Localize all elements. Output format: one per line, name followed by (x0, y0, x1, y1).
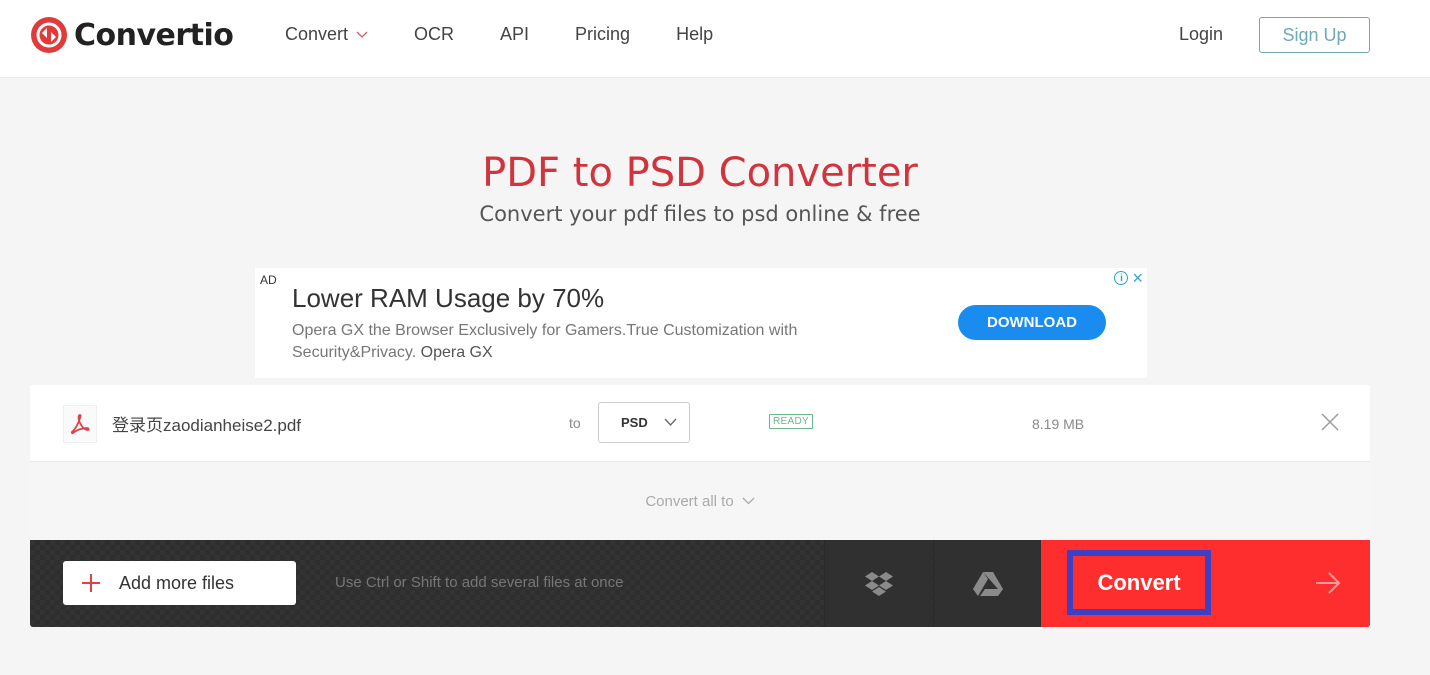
dropbox-button[interactable] (824, 540, 932, 627)
status-badge: READY (769, 414, 813, 429)
nav-convert[interactable]: Convert (285, 24, 368, 45)
pdf-file-icon (63, 405, 97, 443)
logo-text: Convertio (74, 17, 234, 53)
convert-zone[interactable]: Convert (1041, 540, 1370, 627)
nav-pricing-label: Pricing (575, 24, 631, 44)
login-link[interactable]: Login (1179, 24, 1223, 45)
format-value: PSD (621, 415, 648, 430)
signup-button[interactable]: Sign Up (1259, 17, 1370, 53)
logo-icon (31, 17, 67, 53)
nav-ocr-label: OCR (414, 24, 455, 44)
convert-all-label: Convert all to (645, 492, 734, 510)
nav-ocr[interactable]: OCR (414, 24, 454, 45)
ad-banner[interactable]: AD Lower RAM Usage by 70% Opera GX the B… (255, 268, 1147, 378)
remove-file-icon[interactable] (1320, 412, 1340, 432)
nav-api[interactable]: API (500, 24, 529, 45)
ad-label: AD (260, 273, 277, 287)
close-icon[interactable]: × (1132, 269, 1143, 287)
format-select[interactable]: PSD (598, 402, 690, 443)
ad-brand: Opera GX (420, 344, 493, 361)
ad-description-text: Opera GX the Browser Exclusively for Gam… (292, 322, 798, 361)
add-more-files-button[interactable]: Add more files (63, 561, 296, 605)
file-row: 登录页zaodianheise2.pdf to PSD READY 8.19 M… (30, 385, 1370, 462)
dropbox-icon (864, 571, 893, 596)
multi-select-hint: Use Ctrl or Shift to add several files a… (335, 574, 624, 591)
logo[interactable]: Convertio (30, 16, 234, 54)
main-nav: Convert OCR API Pricing Help (285, 24, 759, 45)
google-drive-icon (972, 571, 1003, 596)
to-label: to (569, 415, 581, 431)
nav-pricing[interactable]: Pricing (575, 24, 630, 45)
arrow-right-icon[interactable] (1314, 571, 1342, 595)
page-title: PDF to PSD Converter (482, 150, 918, 196)
file-size: 8.19 MB (1032, 416, 1085, 432)
ad-title[interactable]: Lower RAM Usage by 70% (292, 283, 604, 314)
site-header: Convertio Convert OCR API Pricing Help L… (0, 0, 1430, 78)
ad-download-button[interactable]: DOWNLOAD (958, 305, 1106, 340)
chevron-down-icon (356, 31, 368, 38)
action-bar: Add more files Use Ctrl or Shift to add … (30, 540, 1370, 627)
file-name: 登录页zaodianheise2.pdf (112, 416, 302, 435)
add-more-files-label: Add more files (119, 572, 235, 593)
convert-all-dropdown[interactable]: Convert all to (30, 462, 1370, 540)
nav-help-label: Help (676, 24, 714, 44)
acrobat-icon (70, 414, 90, 435)
converter-panel: 登录页zaodianheise2.pdf to PSD READY 8.19 M… (30, 385, 1370, 627)
plus-icon (82, 574, 100, 592)
info-icon[interactable]: i (1114, 271, 1129, 285)
page-subtitle: Convert your pdf files to psd online & f… (479, 202, 921, 226)
chevron-down-icon (664, 418, 677, 426)
convert-button[interactable]: Convert (1067, 550, 1211, 615)
google-drive-button[interactable] (933, 540, 1041, 627)
ad-controls: i × (1114, 269, 1143, 287)
nav-api-label: API (500, 24, 530, 44)
nav-convert-label: Convert (285, 24, 349, 44)
ad-description: Opera GX the Browser Exclusively for Gam… (292, 320, 852, 364)
nav-help[interactable]: Help (676, 24, 713, 45)
chevron-down-icon (742, 497, 755, 505)
